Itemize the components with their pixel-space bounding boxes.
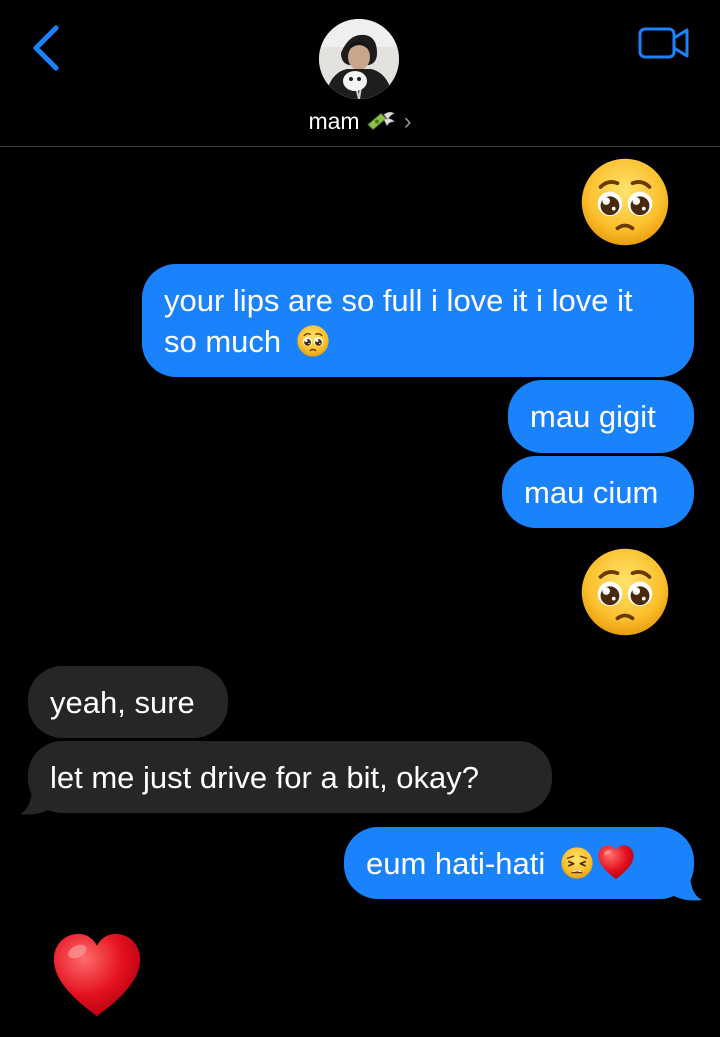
sent-message[interactable]: eum hati-hati [344,827,694,899]
money-with-wings-emoji [366,109,396,135]
message-text: mau gigit [530,399,656,434]
message-text: let me just drive for a bit, okay? [50,760,480,795]
message-text: eum hati-hati [366,846,546,881]
sent-message[interactable]: mau gigit [508,380,694,453]
conversation-header: mam › [0,0,720,147]
message-text: mau cium [524,475,659,510]
pleading-face-emoji [578,545,672,639]
pleading-face-emoji [578,155,672,249]
sent-message[interactable]: mau cium [502,456,694,528]
contact-name-row: mam › [0,108,720,135]
message-text: yeah, sure [50,685,195,720]
received-message[interactable]: let me just drive for a bit, okay? [28,741,552,813]
chevron-right-icon: › [403,107,412,135]
contact-name: mam [308,108,360,134]
weary-face-emoji [560,846,594,880]
red-heart-emoji [48,928,146,1026]
back-button[interactable] [28,22,68,76]
red-heart-emoji [596,843,636,883]
avatar [319,19,399,99]
message-text: your lips are so full i love it i love i… [164,283,633,359]
video-camera-icon [638,27,689,59]
chevron-left-icon [33,25,59,71]
facetime-video-button[interactable] [636,22,692,62]
contact-info-button[interactable]: mam › [0,0,720,146]
sent-message[interactable]: your lips are so full i love it i love i… [142,264,694,377]
received-message[interactable]: yeah, sure [28,666,228,738]
pleading-face-emoji [296,324,330,358]
